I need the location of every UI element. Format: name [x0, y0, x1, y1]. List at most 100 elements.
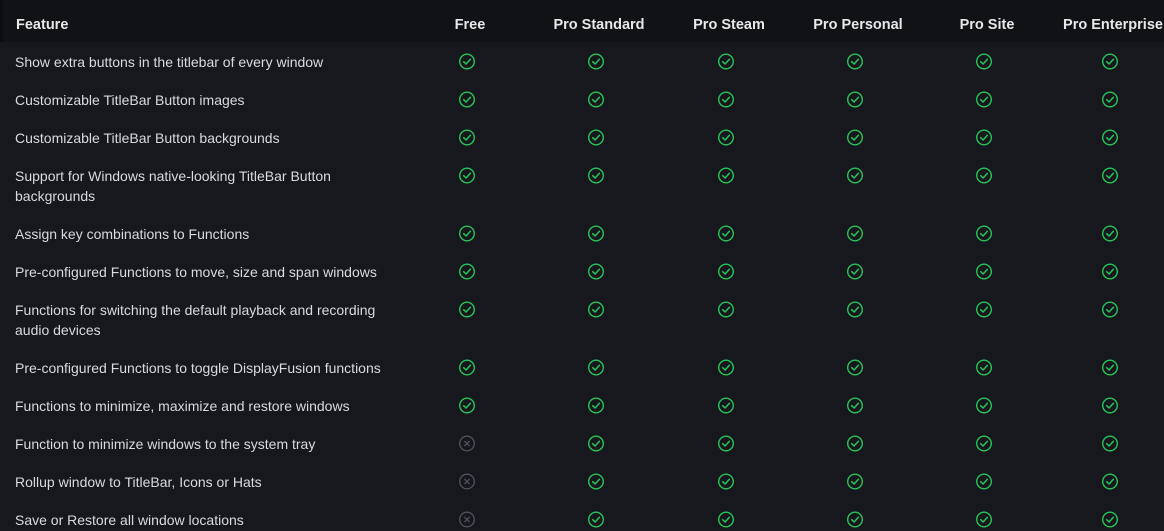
check-icon [458, 53, 476, 70]
check-icon [587, 511, 605, 528]
table-row: Support for Windows native-looking Title… [0, 156, 1164, 214]
check-icon [846, 167, 864, 184]
table-row: Customizable TitleBar Button images [0, 80, 1164, 118]
feature-label: Functions for switching the default play… [15, 302, 376, 338]
feature-label: Customizable TitleBar Button images [15, 92, 245, 108]
check-icon [717, 129, 735, 146]
check-icon [717, 397, 735, 414]
check-icon [587, 397, 605, 414]
check-icon [846, 91, 864, 108]
feature-label: Support for Windows native-looking Title… [15, 168, 331, 204]
table-row: Functions to minimize, maximize and rest… [0, 386, 1164, 424]
check-icon [975, 435, 993, 452]
check-icon [975, 511, 993, 528]
check-icon [587, 167, 605, 184]
check-icon [587, 129, 605, 146]
check-icon [1101, 301, 1119, 318]
check-icon [717, 53, 735, 70]
check-icon [717, 167, 735, 184]
feature-label: Customizable TitleBar Button backgrounds [15, 130, 280, 146]
check-icon [717, 225, 735, 242]
check-icon [717, 473, 735, 490]
check-icon [458, 129, 476, 146]
table-row: Show extra buttons in the titlebar of ev… [0, 42, 1164, 80]
feature-label: Rollup window to TitleBar, Icons or Hats [15, 474, 262, 490]
check-icon [846, 263, 864, 280]
check-icon [1101, 397, 1119, 414]
check-icon [975, 473, 993, 490]
check-icon [587, 473, 605, 490]
check-icon [846, 397, 864, 414]
check-icon [458, 397, 476, 414]
feature-label: Pre-configured Functions to move, size a… [15, 264, 377, 280]
check-icon [717, 301, 735, 318]
cross-icon [459, 473, 476, 490]
check-icon [587, 435, 605, 452]
check-icon [717, 263, 735, 280]
check-icon [975, 53, 993, 70]
check-icon [1101, 263, 1119, 280]
check-icon [975, 359, 993, 376]
check-icon [1101, 435, 1119, 452]
header-free: Free [454, 17, 486, 33]
table-row: Rollup window to TitleBar, Icons or Hats [0, 462, 1164, 500]
check-icon [1101, 129, 1119, 146]
check-icon [975, 167, 993, 184]
table-row: Function to minimize windows to the syst… [0, 424, 1164, 462]
feature-comparison-table: Feature Free Pro Standard Pro Steam Pro … [0, 0, 1164, 531]
check-icon [717, 91, 735, 108]
check-icon [846, 435, 864, 452]
check-icon [458, 263, 476, 280]
check-icon [975, 129, 993, 146]
check-icon [846, 225, 864, 242]
check-icon [587, 53, 605, 70]
feature-label: Function to minimize windows to the syst… [15, 436, 316, 452]
header-pro-steam: Pro Steam [693, 17, 765, 33]
check-icon [846, 511, 864, 528]
feature-label: Pre-configured Functions to toggle Displ… [15, 360, 381, 376]
cross-icon [459, 511, 476, 528]
header-feature: Feature [16, 17, 69, 33]
table-row: Save or Restore all window locations [0, 500, 1164, 531]
check-icon [846, 53, 864, 70]
check-icon [975, 301, 993, 318]
check-icon [717, 359, 735, 376]
table-row: Functions for switching the default play… [0, 290, 1164, 348]
check-icon [846, 301, 864, 318]
table-header: Feature Free Pro Standard Pro Steam Pro … [0, 0, 1164, 42]
check-icon [587, 263, 605, 280]
check-icon [458, 225, 476, 242]
check-icon [1101, 53, 1119, 70]
check-icon [458, 91, 476, 108]
feature-label: Save or Restore all window locations [15, 512, 244, 528]
check-icon [1101, 473, 1119, 490]
check-icon [458, 359, 476, 376]
header-pro-standard: Pro Standard [553, 17, 645, 33]
check-icon [846, 129, 864, 146]
table-row: Pre-configured Functions to toggle Displ… [0, 348, 1164, 386]
feature-label: Show extra buttons in the titlebar of ev… [15, 54, 324, 70]
check-icon [717, 511, 735, 528]
check-icon [717, 435, 735, 452]
cross-icon [459, 435, 476, 452]
feature-label: Assign key combinations to Functions [15, 226, 250, 242]
header-pro-site: Pro Site [959, 17, 1015, 33]
header-pro-personal: Pro Personal [813, 17, 903, 33]
table-body: Show extra buttons in the titlebar of ev… [0, 42, 1164, 531]
header-pro-enterprise: Pro Enterprise [1063, 17, 1163, 33]
table-row: Assign key combinations to Functions [0, 214, 1164, 252]
table-row: Customizable TitleBar Button backgrounds [0, 118, 1164, 156]
check-icon [1101, 225, 1119, 242]
check-icon [587, 359, 605, 376]
feature-label: Functions to minimize, maximize and rest… [15, 398, 350, 414]
check-icon [975, 91, 993, 108]
check-icon [975, 397, 993, 414]
check-icon [458, 301, 476, 318]
check-icon [1101, 91, 1119, 108]
check-icon [587, 301, 605, 318]
check-icon [1101, 167, 1119, 184]
check-icon [975, 263, 993, 280]
check-icon [458, 167, 476, 184]
check-icon [587, 91, 605, 108]
check-icon [975, 225, 993, 242]
